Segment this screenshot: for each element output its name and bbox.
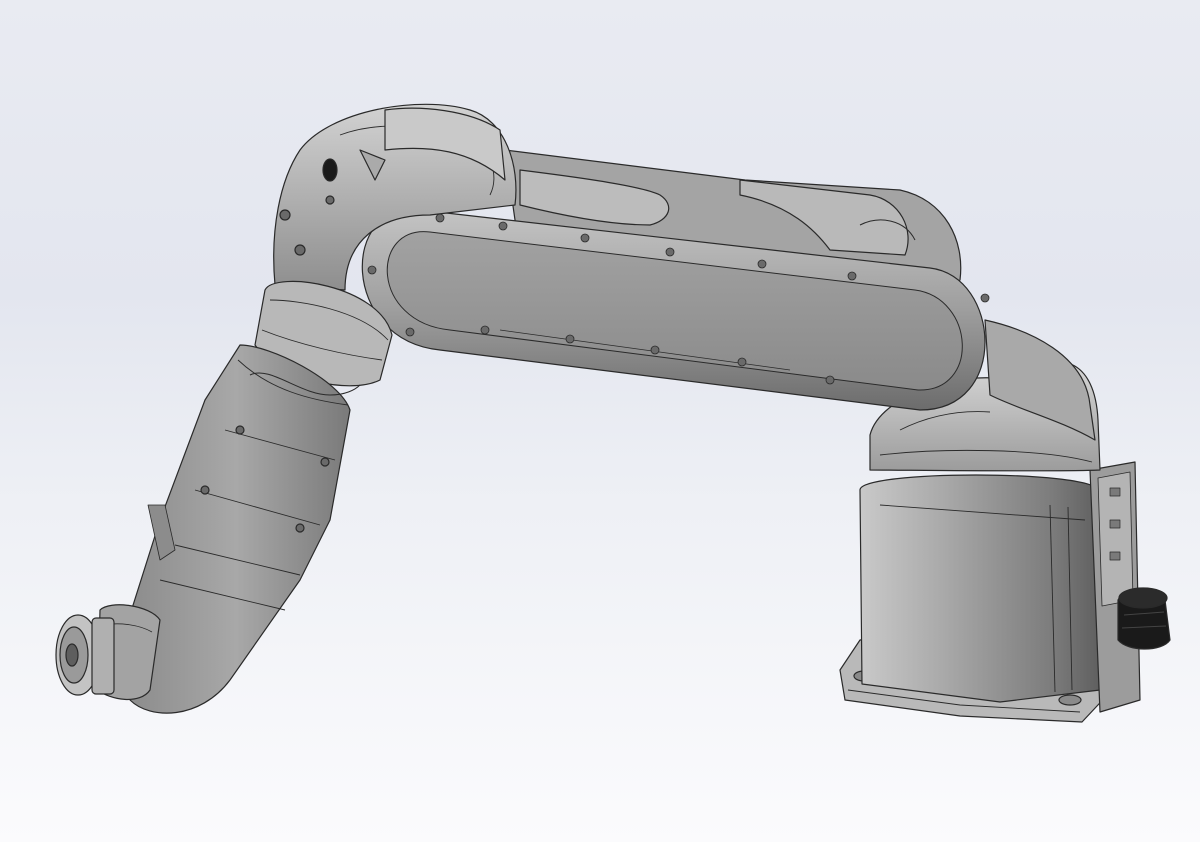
3d-model-viewport[interactable] xyxy=(0,0,1200,842)
robot-base xyxy=(859,474,1101,703)
robot-arm-model[interactable] xyxy=(0,0,1200,842)
connector-icon xyxy=(1117,587,1171,650)
flange-icon xyxy=(55,614,115,696)
forearm xyxy=(121,344,361,714)
